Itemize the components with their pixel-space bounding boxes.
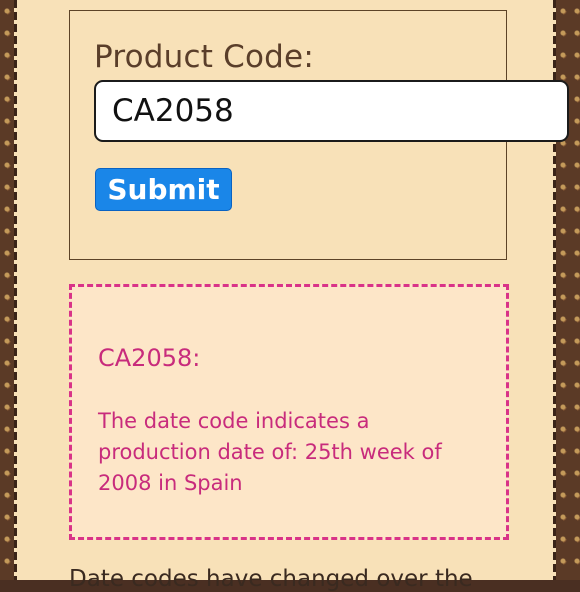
left-pattern-strip [0, 0, 14, 580]
result-panel: CA2058: The date code indicates a produc… [69, 284, 509, 540]
footer-text: Date codes have changed over the [69, 566, 473, 592]
content-page: Product Code: Submit CA2058: The date co… [14, 0, 569, 592]
page-left-border [14, 0, 17, 580]
product-code-form: Product Code: Submit [69, 10, 569, 260]
result-title: CA2058: [98, 344, 201, 372]
product-code-input[interactable] [94, 80, 569, 142]
submit-button[interactable]: Submit [95, 168, 232, 211]
product-code-label: Product Code: [94, 39, 314, 75]
result-description: The date code indicates a production dat… [98, 409, 442, 495]
